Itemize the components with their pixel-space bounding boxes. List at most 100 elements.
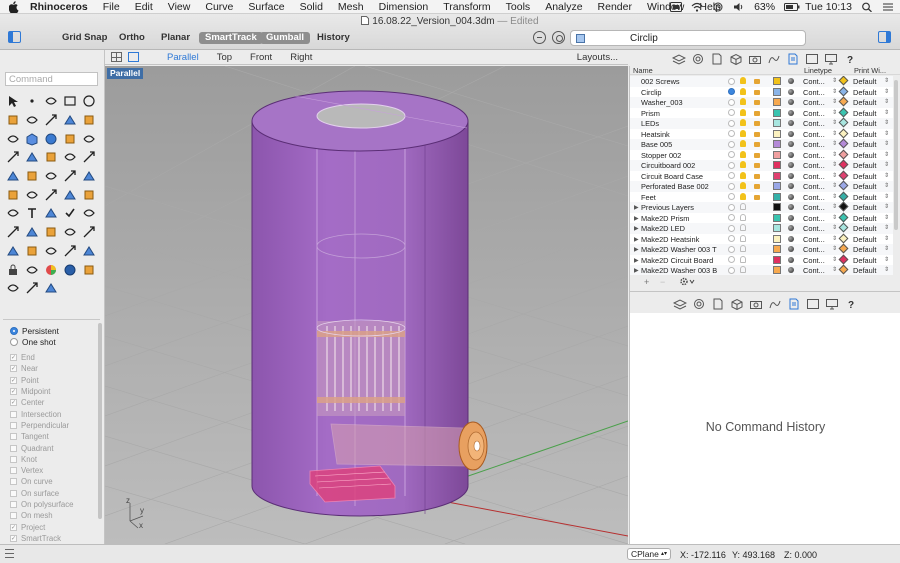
- layer-row[interactable]: ▶ Previous Layers Cont... ⇕ Default ⇕: [630, 201, 893, 213]
- layer-linetype[interactable]: Cont...: [803, 88, 825, 97]
- layer-row[interactable]: Circlip Cont... ⇕ Default ⇕: [630, 86, 893, 98]
- osnap-center[interactable]: ✓ Center: [10, 397, 98, 408]
- layer-row[interactable]: Prism Cont... ⇕ Default ⇕: [630, 107, 893, 119]
- monitor-icon[interactable]: [824, 53, 838, 65]
- layer-print-width[interactable]: Default: [853, 214, 876, 223]
- status-menu-icon[interactable]: [5, 549, 14, 558]
- rotate-icon[interactable]: [79, 148, 98, 167]
- layer-row[interactable]: Circuitboard 002 Cont... ⇕ Default ⇕: [630, 159, 893, 171]
- remove-layer-icon[interactable]: −: [660, 277, 665, 287]
- layer-row[interactable]: Washer_003 Cont... ⇕ Default ⇕: [630, 96, 893, 108]
- dimension-icon[interactable]: [3, 204, 22, 223]
- osnap-checkbox[interactable]: [10, 489, 17, 497]
- side-tube-part[interactable]: [330, 423, 466, 467]
- layer-icon[interactable]: [79, 223, 98, 242]
- layer-row[interactable]: Heatsink Cont... ⇕ Default ⇕: [630, 128, 893, 140]
- battery-icon[interactable]: [784, 2, 800, 12]
- copy-icon[interactable]: [60, 167, 79, 186]
- expand-triangle-icon[interactable]: ▶: [634, 257, 639, 264]
- osnap-on-curve[interactable]: On curve: [10, 476, 98, 487]
- material-icon[interactable]: [41, 242, 60, 261]
- current-layer-radio[interactable]: [728, 224, 735, 232]
- layer-row[interactable]: 002 Screws Cont... ⇕ Default ⇕: [630, 76, 893, 87]
- visibility-bulb-icon[interactable]: [740, 119, 746, 126]
- lock-icon[interactable]: [754, 163, 760, 168]
- print-color-diamond[interactable]: [838, 170, 849, 180]
- layer-color-swatch[interactable]: [773, 108, 781, 117]
- current-layer-radio[interactable]: [728, 235, 735, 242]
- panel-separator[interactable]: [630, 291, 900, 292]
- current-layer-radio[interactable]: [728, 182, 735, 190]
- layer-row[interactable]: LEDs Cont... ⇕ Default ⇕: [630, 117, 893, 129]
- osnap-checkbox[interactable]: ✓: [10, 388, 17, 396]
- layer-print-width[interactable]: Default: [853, 182, 876, 191]
- layer-print-width[interactable]: Default: [853, 98, 876, 107]
- help-icon[interactable]: ?: [843, 53, 857, 65]
- current-layer-radio[interactable]: [728, 98, 735, 106]
- menu-curve[interactable]: Curve: [205, 1, 233, 13]
- layer-linetype[interactable]: Cont...: [803, 266, 825, 275]
- light-icon[interactable]: [60, 242, 79, 261]
- layer-row[interactable]: ▶ Make2D Heatsink Cont... ⇕ Default ⇕: [630, 233, 893, 245]
- osnap-checkbox[interactable]: [10, 421, 17, 429]
- layer-row[interactable]: Base 005 Cont... ⇕ Default ⇕: [630, 138, 893, 150]
- layer-color-swatch[interactable]: [773, 224, 781, 232]
- column-name[interactable]: Name: [633, 66, 653, 75]
- viewport-icon[interactable]: [806, 298, 820, 310]
- column-print-width[interactable]: Print Wi...: [854, 66, 886, 75]
- layer-row[interactable]: Circuit Board Case Cont... ⇕ Default ⇕: [630, 170, 893, 182]
- layer-linetype[interactable]: Cont...: [803, 140, 825, 149]
- layers-icon[interactable]: [672, 53, 686, 65]
- circuit-board-part[interactable]: [309, 465, 396, 503]
- ortho-button[interactable]: Ortho: [119, 32, 145, 44]
- gumball-button[interactable]: Gumball: [260, 32, 311, 44]
- osnap-checkbox[interactable]: ✓: [10, 399, 17, 407]
- layer-linetype[interactable]: Cont...: [803, 193, 825, 202]
- washer-part[interactable]: [458, 421, 488, 471]
- layer-print-width[interactable]: Default: [853, 235, 876, 244]
- osnap-quadrant[interactable]: Quadrant: [10, 442, 98, 453]
- group-icon[interactable]: [60, 185, 79, 204]
- split-icon[interactable]: [3, 185, 22, 204]
- visibility-bulb-icon[interactable]: [740, 161, 746, 168]
- osnap-checkbox[interactable]: [10, 467, 17, 475]
- snap-mode-persistent[interactable]: Persistent: [10, 325, 98, 337]
- osnap-checkbox[interactable]: [10, 501, 17, 508]
- single-view-layout-icon[interactable]: [128, 52, 139, 62]
- apple-icon[interactable]: [8, 0, 20, 13]
- layer-linetype[interactable]: Cont...: [803, 172, 825, 181]
- print-color-diamond[interactable]: [838, 243, 849, 254]
- osnap-checkbox[interactable]: ✓: [10, 354, 17, 362]
- osnap-checkbox[interactable]: [10, 478, 17, 486]
- layer-row[interactable]: ▶ Make2D Circuit Board Cont... ⇕ Default ⇕: [630, 254, 893, 266]
- pointer-icon[interactable]: [22, 279, 41, 298]
- check-icon[interactable]: [60, 204, 79, 223]
- curvature-icon[interactable]: [22, 223, 41, 242]
- expand-triangle-icon[interactable]: ▶: [634, 236, 639, 243]
- camera-icon[interactable]: [748, 53, 762, 65]
- lock-icon[interactable]: [754, 173, 760, 179]
- material-sphere-icon[interactable]: [788, 141, 794, 147]
- material-sphere-icon[interactable]: [788, 246, 794, 252]
- osnap-project[interactable]: ✓ Project: [10, 521, 98, 532]
- osnap-vertex[interactable]: Vertex: [10, 465, 98, 476]
- osnap-checkbox[interactable]: [10, 433, 17, 441]
- planar-button[interactable]: Planar: [161, 32, 190, 44]
- material-sphere-icon[interactable]: [788, 78, 794, 84]
- material-sphere-icon[interactable]: [788, 214, 794, 221]
- print-color-diamond[interactable]: [838, 96, 849, 107]
- hatch-icon[interactable]: [41, 204, 60, 223]
- shade-icon[interactable]: [3, 279, 22, 298]
- document-icon[interactable]: [710, 53, 724, 65]
- osnap-on-polysurface[interactable]: On polysurface: [10, 499, 98, 510]
- layer-print-width[interactable]: Default: [853, 140, 876, 149]
- layer-print-width[interactable]: Default: [853, 130, 876, 139]
- expand-triangle-icon[interactable]: ▶: [634, 225, 639, 232]
- cplane-select[interactable]: CPlane ▴▾: [627, 548, 671, 560]
- osnap-checkbox[interactable]: [10, 455, 17, 463]
- extrude-icon[interactable]: [60, 111, 79, 130]
- grid-icon[interactable]: [79, 260, 98, 279]
- heatsink-part[interactable]: [316, 319, 406, 416]
- current-layer-radio[interactable]: [728, 161, 735, 169]
- camera-icon[interactable]: [79, 242, 98, 261]
